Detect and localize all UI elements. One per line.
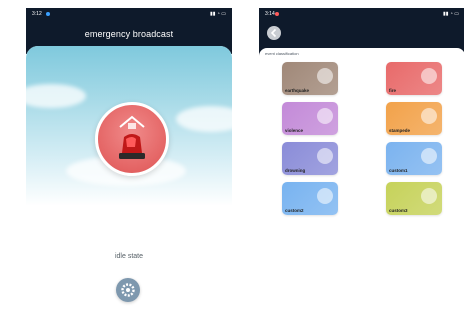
custom-person-icon bbox=[421, 148, 437, 164]
alarm-button[interactable] bbox=[95, 102, 169, 176]
settings-button[interactable] bbox=[116, 278, 140, 302]
tile-label: custom2 bbox=[285, 208, 304, 213]
state-label: idle state bbox=[114, 253, 144, 260]
tile-label: stampede bbox=[389, 128, 411, 133]
custom-badge-icon bbox=[421, 188, 437, 204]
fire-person-icon bbox=[421, 68, 437, 84]
custom-megaphone-icon bbox=[317, 188, 333, 204]
tile-label: earthquake bbox=[285, 88, 310, 93]
notification-dot bbox=[46, 12, 50, 16]
idle-screen: 3:12 ▮▮ ◔ ▭ emergency broadcast idle sta… bbox=[26, 8, 232, 314]
drowning-swimmer-icon bbox=[317, 148, 333, 164]
tile-label: custom3 bbox=[389, 208, 408, 213]
tile-violence[interactable]: violence bbox=[282, 102, 338, 135]
back-arrow-icon bbox=[270, 28, 277, 38]
tile-custom2[interactable]: custom2 bbox=[282, 182, 338, 215]
cloud-shape bbox=[26, 84, 86, 108]
violence-icon bbox=[317, 108, 333, 124]
content-area: event classification earthquake fire vio… bbox=[259, 48, 464, 314]
status-bar: 3:12 ▮▮ ◔ ▭ bbox=[26, 8, 232, 20]
status-time: 3:12 bbox=[32, 11, 42, 17]
gear-icon bbox=[121, 283, 135, 297]
status-bar: 3:14 ▮▮ ◔ ▭ bbox=[259, 8, 464, 20]
tile-custom3[interactable]: custom3 bbox=[386, 182, 442, 215]
tile-label: violence bbox=[285, 128, 304, 133]
page-title: emergency broadcast bbox=[84, 29, 174, 39]
section-label: event classification bbox=[265, 51, 299, 56]
status-icons: ▮▮ ◔ ▭ bbox=[442, 11, 459, 17]
tile-drowning[interactable]: drowning bbox=[282, 142, 338, 175]
content-area: idle state bbox=[26, 46, 232, 314]
tile-label: fire bbox=[389, 88, 397, 93]
tile-custom1[interactable]: custom1 bbox=[386, 142, 442, 175]
siren-icon bbox=[119, 115, 145, 159]
tile-label: drowning bbox=[285, 168, 306, 173]
cloud-shape bbox=[176, 106, 232, 132]
tile-earthquake[interactable]: earthquake bbox=[282, 62, 338, 95]
status-time: 3:14 bbox=[265, 11, 275, 17]
tile-fire[interactable]: fire bbox=[386, 62, 442, 95]
back-button[interactable] bbox=[267, 26, 281, 40]
earthquake-house-icon bbox=[317, 68, 333, 84]
tile-label: custom1 bbox=[389, 168, 408, 173]
status-icons: ▮▮ ◔ ▭ bbox=[209, 11, 226, 17]
notification-dot bbox=[275, 12, 279, 16]
stampede-runner-icon bbox=[421, 108, 437, 124]
classification-screen: 3:14 ▮▮ ◔ ▭ event classification earthqu… bbox=[259, 8, 464, 314]
tile-stampede[interactable]: stampede bbox=[386, 102, 442, 135]
